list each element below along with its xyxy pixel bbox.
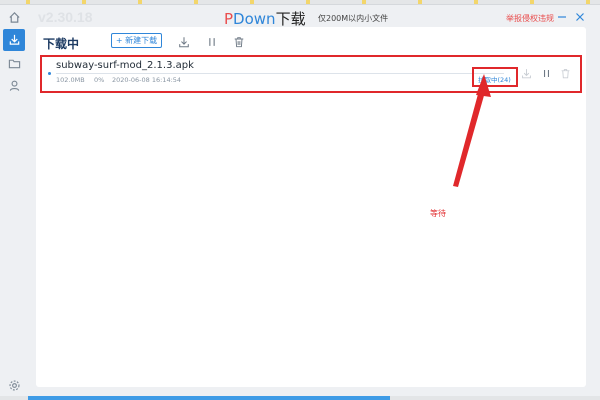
downloads-panel: 下载中 + 新建下载 subway-surf-mod_2.1.3.apk 102… xyxy=(36,27,586,387)
pause-all-icon[interactable] xyxy=(205,35,218,48)
home-icon xyxy=(8,9,21,28)
new-download-button[interactable]: + 新建下载 xyxy=(111,33,162,48)
download-icon xyxy=(8,31,21,50)
report-infringement-link[interactable]: 举报侵权违规 xyxy=(506,13,554,24)
sidebar-item-user[interactable] xyxy=(3,75,25,97)
app-title: PDown下载 xyxy=(224,8,306,29)
settings-icon xyxy=(8,377,21,396)
user-icon xyxy=(8,77,21,96)
row-delete-icon[interactable] xyxy=(559,67,571,79)
file-name: subway-surf-mod_2.1.3.apk xyxy=(56,60,194,71)
item-status-dot xyxy=(48,72,51,75)
app-title-p: P xyxy=(224,10,234,28)
row-download-icon[interactable] xyxy=(520,67,532,79)
sidebar-item-files[interactable] xyxy=(3,53,25,75)
app-window: v2.30.18 PDown下载 仅200M以内小文件 举报侵权违规 下载中 +… xyxy=(0,4,600,397)
window-controls xyxy=(556,9,600,25)
app-title-cn: 下载 xyxy=(275,10,306,28)
page-title: 下载中 xyxy=(43,37,80,51)
sidebar xyxy=(0,5,28,397)
download-item[interactable]: subway-surf-mod_2.1.3.apk 102.0MB 0% 202… xyxy=(40,55,582,93)
download-all-icon[interactable] xyxy=(177,35,190,48)
app-subtitle: 仅200M以内小文件 xyxy=(318,14,389,23)
panel-toolbar: 下载中 + 新建下载 xyxy=(36,27,586,55)
annotation-note: 等待 xyxy=(430,209,446,218)
progress-percent: 0% xyxy=(94,76,105,84)
folder-icon xyxy=(8,55,21,74)
row-pause-icon[interactable] xyxy=(540,67,552,79)
app-version: v2.30.18 xyxy=(38,9,93,25)
sidebar-item-downloads[interactable] xyxy=(3,29,25,51)
status-badge: 拉取中(24) xyxy=(478,76,511,84)
app-title-down: Down xyxy=(233,10,276,28)
delete-all-icon[interactable] xyxy=(232,35,245,48)
close-icon[interactable] xyxy=(574,11,586,23)
status-highlight-box: 拉取中(24) xyxy=(472,67,518,87)
download-timestamp: 2020-06-08 16:14:54 xyxy=(112,76,182,84)
file-size: 102.0MB xyxy=(56,76,85,84)
sidebar-item-settings[interactable] xyxy=(3,375,25,397)
minimize-icon[interactable] xyxy=(556,11,568,23)
desktop-taskbar-bottom xyxy=(0,396,600,400)
sidebar-item-home[interactable] xyxy=(3,7,25,29)
progress-bar xyxy=(56,73,504,74)
